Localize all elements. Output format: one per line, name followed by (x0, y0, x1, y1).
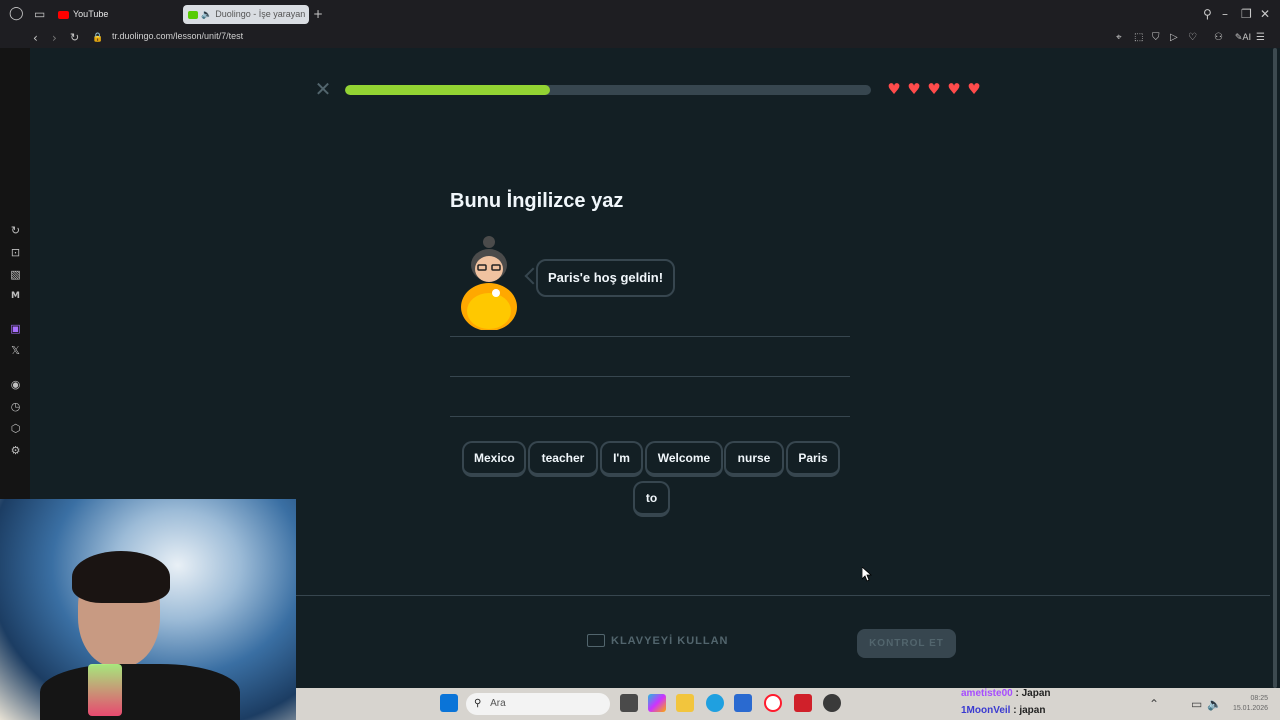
network-icon[interactable]: ▭ (1191, 697, 1202, 711)
history-icon[interactable]: ◷ (9, 400, 22, 413)
copilot-icon[interactable] (648, 694, 666, 712)
streamer-hair (72, 551, 170, 603)
use-keyboard-button[interactable]: KLAVYEYİ KULLAN (587, 634, 728, 647)
tab-youtube-label: YouTube (73, 9, 109, 19)
windows-start-icon[interactable] (440, 694, 458, 712)
progress-fill (345, 85, 551, 95)
check-button[interactable]: KONTROL ET (857, 629, 956, 658)
heart-icon: ♥ (967, 80, 981, 98)
chat-user: ametiste00 (961, 688, 1013, 699)
taskbar-search-icon: ⚲ (474, 698, 482, 709)
back-icon[interactable]: ‹ (33, 31, 38, 45)
tab-duolingo-label: Duolingo - İşe yarayan (215, 9, 306, 19)
duo-character-icon (461, 236, 517, 330)
heart-icon: ♥ (927, 80, 941, 98)
chat-text: Japan (1021, 688, 1051, 699)
word-tile[interactable]: teacher (528, 441, 598, 477)
new-tab-icon[interactable]: + (313, 7, 323, 21)
youtube-icon (58, 10, 69, 19)
taskbar-clock[interactable]: 08:25 15.01.2026 (1228, 694, 1268, 714)
menu-icon[interactable]: ☰ (1256, 31, 1265, 45)
heart-icon: ♥ (907, 80, 921, 98)
scrollbar[interactable] (1270, 48, 1280, 688)
speaker-icon[interactable]: 🔈 (201, 9, 212, 19)
heart-icon: ♥ (947, 80, 961, 98)
bag-icon[interactable]: ⊡ (9, 246, 22, 259)
heart-icon: ♥ (887, 80, 901, 98)
word-tile[interactable]: to (633, 481, 670, 517)
pin-icon[interactable]: ⌖ (1116, 31, 1122, 45)
chat-user: 1MoonVeil (961, 705, 1011, 716)
streamer-body (40, 664, 240, 720)
forward-icon[interactable]: › (52, 31, 57, 45)
footer-divider (296, 595, 1270, 596)
keyboard-icon (587, 634, 605, 647)
hearts: ♥ ♥ ♥ ♥ ♥ (886, 81, 982, 97)
player-icon[interactable]: ◉ (9, 378, 22, 391)
minimize-icon[interactable]: – (1222, 7, 1228, 21)
tab-overview-icon[interactable]: ▭ (34, 7, 45, 21)
gallery-icon[interactable]: ▧ (9, 268, 22, 281)
browser-tab-bar: ◯ ▭ YouTube 🔈 Duolingo - İşe yarayan + ⚲ … (0, 0, 1280, 28)
taskbar-search[interactable]: ⚲ Ara (466, 693, 610, 715)
profile-icon[interactable]: ⚇ (1214, 31, 1223, 45)
close-window-icon[interactable]: ✕ (1260, 7, 1270, 21)
shield-icon[interactable]: ⛉ (1152, 31, 1160, 45)
reload-icon[interactable]: ↻ (70, 31, 79, 45)
webcam-overlay (0, 499, 296, 720)
chat-text: japan (1019, 705, 1046, 716)
play-icon[interactable]: ▷ (1170, 31, 1178, 45)
chat-message: ametiste00 : Japan (961, 688, 1051, 699)
heart-icon[interactable]: ♡ (1188, 31, 1197, 45)
taskbar: ⌃ ▭ 🔈 (296, 688, 1280, 720)
lesson-prompt: Bunu İngilizce yaz (450, 190, 624, 212)
word-tile[interactable]: Mexico (462, 441, 526, 477)
word-tile[interactable]: Paris (786, 441, 840, 477)
clock-time: 08:25 (1250, 695, 1268, 702)
taskbar-search-placeholder: Ara (490, 698, 506, 709)
app-red-icon[interactable] (794, 694, 812, 712)
settings-icon[interactable]: ⚙ (9, 444, 22, 457)
answer-line-3[interactable] (450, 416, 850, 417)
task-view-icon[interactable] (620, 694, 638, 712)
answer-line-2[interactable] (450, 376, 850, 377)
obs-icon[interactable] (823, 694, 841, 712)
speech-bubble: Paris'e hoş geldin! (536, 259, 676, 297)
answer-line-1[interactable] (450, 336, 850, 337)
scroll-thumb[interactable] (1273, 48, 1277, 688)
opera-logo-icon[interactable]: ◯ (9, 7, 24, 21)
use-keyboard-label: KLAVYEYİ KULLAN (611, 634, 729, 647)
store-icon[interactable] (734, 694, 752, 712)
restore-icon[interactable]: ❐ (1241, 7, 1252, 21)
x-icon[interactable]: 𝕏 (9, 344, 22, 357)
duolingo-icon (188, 10, 198, 19)
ai-icon[interactable]: ✎AI (1234, 31, 1252, 45)
clock-date: 15.01.2026 (1232, 705, 1268, 712)
url-text[interactable]: tr.duolingo.com/lesson/unit/7/test (112, 31, 243, 41)
search-icon[interactable]: ⚲ (1203, 7, 1212, 21)
tray-chevron-icon[interactable]: ⌃ (1149, 697, 1159, 711)
opera-taskbar-icon[interactable] (764, 694, 782, 712)
volume-icon[interactable]: 🔈 (1207, 697, 1222, 711)
edge-icon[interactable] (706, 694, 724, 712)
progress-bar (345, 85, 871, 95)
extensions-icon[interactable]: ⬡ (9, 422, 22, 435)
m-app-icon[interactable]: M (9, 290, 22, 303)
snapshot-icon[interactable]: ⬚ (1134, 31, 1143, 45)
tab-duolingo[interactable]: 🔈 Duolingo - İşe yarayan (183, 5, 309, 24)
file-explorer-icon[interactable] (676, 694, 694, 712)
lock-icon: 🔒 (92, 33, 104, 43)
word-tile[interactable]: I'm (600, 441, 643, 477)
chat-message: 1MoonVeil : japan (961, 705, 1046, 716)
twitch-icon[interactable]: ▣ (9, 322, 22, 335)
close-lesson-icon[interactable]: ✕ (314, 79, 332, 99)
word-tile[interactable]: nurse (724, 441, 784, 477)
microphone-light (88, 664, 122, 716)
word-tile[interactable]: Welcome (645, 441, 723, 477)
tab-youtube[interactable]: YouTube (56, 5, 176, 24)
refresh-icon[interactable]: ↻ (9, 224, 22, 237)
